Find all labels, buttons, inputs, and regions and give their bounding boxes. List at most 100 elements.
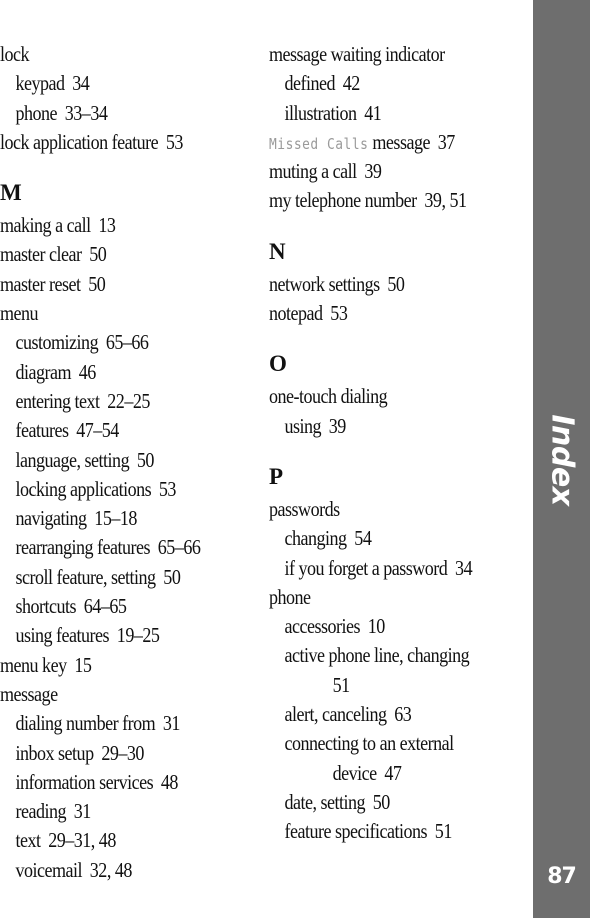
entry-term: my telephone number — [269, 188, 417, 213]
entry-term: dialing number from — [15, 711, 156, 736]
entry-page-numbers: 34 — [72, 71, 90, 96]
entry-term: notepad — [269, 301, 323, 326]
index-subentry: rearranging features 65–66 — [0, 533, 219, 562]
entry-term: text — [15, 828, 41, 853]
entry-page-numbers: 34 — [455, 555, 473, 580]
index-subentry: locking applications 53 — [0, 475, 219, 504]
entry-page-numbers: 48 — [160, 769, 179, 794]
entry-term: device — [332, 760, 378, 785]
index-subentry: defined 42 — [269, 69, 494, 98]
index-subentry: information services 48 — [0, 768, 219, 797]
entry-term: muting a call — [269, 159, 357, 184]
entry-term: shortcuts — [15, 594, 77, 619]
entry-page-numbers: 31 — [162, 711, 181, 736]
entry-term: menu key — [0, 652, 67, 677]
index-column-right: message waiting indicator defined 42 illust… — [269, 40, 531, 847]
index-subentry: scroll feature, setting 50 — [0, 563, 219, 592]
entry-term: phone — [269, 584, 311, 609]
entry-page-numbers: 39 — [328, 413, 347, 438]
entry-page-numbers: 50 — [89, 242, 107, 267]
index-column-left: lock keypad 34 phone 33–34 lock application f… — [0, 40, 255, 885]
index-subentry: customizing 65–66 — [0, 328, 219, 357]
entry-term: lock application feature — [0, 129, 159, 154]
page-number: 87 — [547, 864, 577, 889]
letter-heading: P — [269, 463, 283, 489]
index-entry: muting a call 39 — [269, 157, 494, 186]
index-subentry: changing 54 — [269, 524, 494, 553]
index-entry: notepad 53 — [269, 299, 494, 328]
index-subentry: voicemail 32, 48 — [0, 856, 219, 885]
index-subentry: text 29–31, 48 — [0, 826, 219, 855]
entry-term: network settings — [269, 271, 380, 296]
entry-page-numbers: 15 — [74, 652, 92, 677]
entry-page-numbers: 29–30 — [101, 740, 144, 765]
entry-page-numbers: 39 — [364, 159, 382, 184]
entry-term: changing — [284, 526, 347, 551]
entry-term: menu — [0, 301, 39, 326]
entry-term: active phone line, changing — [284, 643, 470, 668]
entry-term: feature specifications — [284, 819, 428, 844]
index-entry-continuation: 51 — [269, 671, 494, 700]
index-entry: lock application feature 53 — [0, 128, 219, 157]
index-entry: network settings 50 — [269, 270, 494, 299]
entry-page-numbers: 63 — [394, 702, 412, 727]
entry-term: using features — [15, 623, 110, 648]
index-entry: message — [0, 680, 219, 709]
letter-heading: N — [269, 238, 286, 264]
index-entry: master clear 50 — [0, 240, 219, 269]
entry-term: rearranging features — [15, 535, 151, 560]
entry-term: passwords — [269, 496, 340, 521]
index-subentry: illustration 41 — [269, 99, 494, 128]
entry-page-numbers: 65–66 — [105, 330, 149, 355]
entry-term: message — [0, 681, 58, 706]
entry-term: navigating — [15, 506, 87, 531]
entry-term: language, setting — [15, 447, 130, 472]
entry-term: connecting to an external — [284, 731, 454, 756]
entry-page-numbers: 50 — [387, 271, 405, 296]
index-subentry: active phone line, changing — [269, 641, 494, 670]
index-subentry: if you forget a password 34 — [269, 554, 494, 583]
entry-term: scroll feature, setting — [15, 564, 156, 589]
entry-page-numbers: 39, 51 — [424, 188, 467, 213]
index-entry: phone — [269, 583, 494, 612]
index-entry-continuation: device 47 — [269, 759, 494, 788]
index-subentry: keypad 34 — [0, 69, 219, 98]
entry-page-numbers: 53 — [158, 476, 177, 501]
section-tab-label: Index — [544, 414, 579, 506]
letter-heading: M — [0, 180, 22, 206]
entry-term: master reset — [0, 271, 81, 296]
index-subentry: phone 33–34 — [0, 99, 219, 128]
index-entry: passwords — [269, 495, 494, 524]
entry-page-numbers: 64–65 — [83, 594, 127, 619]
index-subentry: date, setting 50 — [269, 788, 494, 817]
index-entry: one-touch dialing — [269, 382, 494, 411]
index-subentry: dialing number from 31 — [0, 709, 219, 738]
entry-page-numbers: 10 — [367, 614, 386, 639]
index-subentry: feature specifications 51 — [269, 817, 494, 846]
entry-term: master clear — [0, 242, 82, 267]
entry-page-numbers: 51 — [434, 819, 453, 844]
entry-page-numbers: 53 — [165, 129, 184, 154]
index-entry: message waiting indicator — [269, 40, 494, 69]
index-entry: master reset 50 — [0, 270, 219, 299]
index-subentry: shortcuts 64–65 — [0, 592, 219, 621]
entry-page-numbers: 32, 48 — [89, 857, 133, 882]
entry-page-numbers: 47 — [384, 760, 402, 785]
entry-term: accessories — [284, 614, 361, 639]
entry-page-numbers: 50 — [372, 789, 391, 814]
entry-page-numbers: 37 — [437, 129, 456, 154]
entry-page-numbers: 31 — [73, 799, 92, 824]
index-entry: Missed Calls message 37 — [269, 128, 494, 157]
entry-page-numbers: 13 — [98, 213, 116, 238]
entry-page-numbers: 47–54 — [76, 418, 119, 443]
entry-term: date, setting — [284, 789, 366, 814]
entry-page-numbers: 33–34 — [64, 100, 108, 125]
entry-page-numbers: 46 — [78, 359, 97, 384]
entry-term: keypad — [15, 71, 65, 96]
index-entry: my telephone number 39, 51 — [269, 186, 494, 215]
entry-page-numbers: 42 — [342, 71, 361, 96]
entry-term: defined — [284, 71, 336, 96]
